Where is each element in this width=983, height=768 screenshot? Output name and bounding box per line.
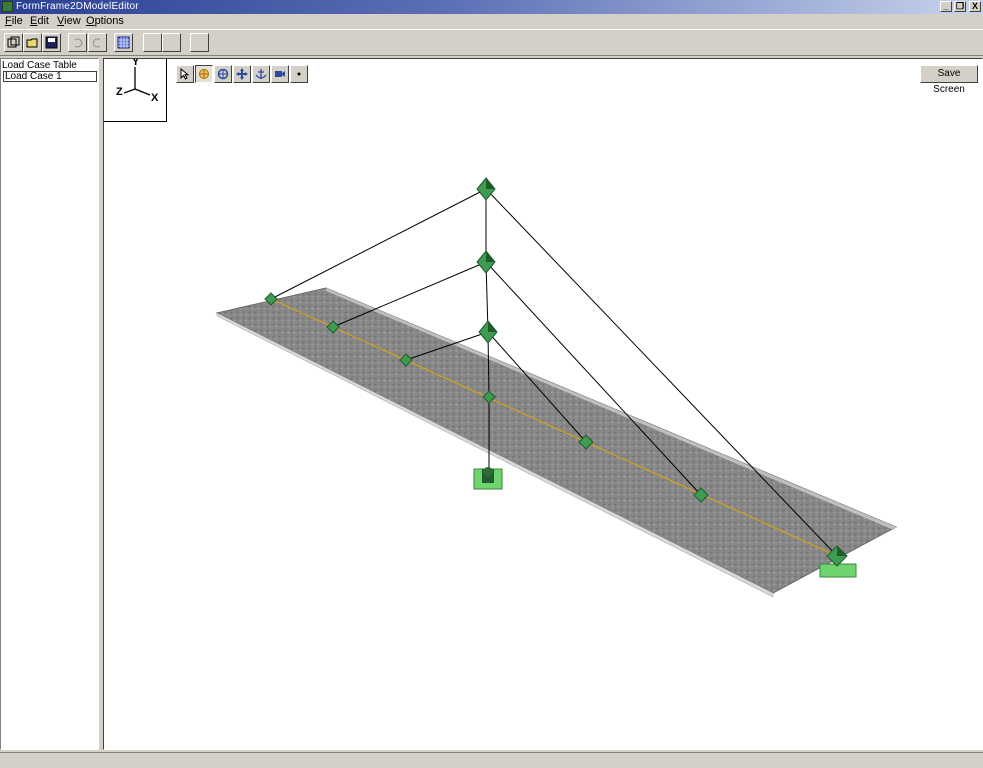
window-title: FormFrame2DModelEditor [16,1,139,12]
blank-tool-button-1[interactable] [143,33,162,52]
undo-icon [74,38,83,48]
node-tower-mid[interactable] [476,250,496,274]
select-arrow-icon [180,68,190,80]
menu-options[interactable]: Options [86,15,124,28]
pier-support [473,467,503,490]
load-case-table-header: Load Case Table [2,60,77,71]
axis-y-label: Y [132,58,140,68]
axis-x-label: X [151,92,159,104]
open-folder-icon [26,38,38,48]
deck-centerline [270,298,838,557]
close-button[interactable]: X [969,1,981,12]
save-screen-button[interactable]: Save Screen [920,65,978,95]
restore-button[interactable]: ❐ [954,1,966,12]
app-icon [2,1,13,12]
camera-icon [275,71,285,77]
new-model-button[interactable] [4,33,23,52]
pan-hand-icon [199,69,209,79]
select-tool-button[interactable] [176,65,194,83]
toolbar [0,29,983,56]
end-support [819,563,857,578]
axis-indicator: Y Z X [104,59,167,122]
menu-view[interactable]: View [57,15,81,28]
open-button[interactable] [23,33,42,52]
save-disk-icon [45,36,58,49]
grid-icon [117,36,130,49]
minimize-button[interactable]: _ [940,1,952,12]
axis-z-label: Z [116,86,123,98]
load-case-row[interactable]: Load Case 1 [3,71,97,82]
grid-button[interactable] [114,33,133,52]
blank-tool-button-3[interactable] [190,33,209,52]
dot-icon [297,72,301,76]
point-tool-button[interactable] [290,65,308,83]
node-tower-top[interactable] [476,177,496,201]
menu-bar: File Edit View Options [0,14,983,29]
save-button[interactable] [42,33,61,52]
redo-icon [92,38,101,48]
bridge-deck [215,287,898,594]
menu-file[interactable]: File [5,15,23,28]
new-model-icon [7,36,20,48]
anchor-icon [255,69,267,79]
rotate-tool-button[interactable] [214,65,232,83]
load-case-panel: Load Case Table Load Case 1 [0,58,99,750]
anchor-tool-button[interactable] [252,65,270,83]
pan-tool-button[interactable] [195,65,213,83]
rotate-icon [217,68,229,80]
camera-tool-button[interactable] [271,65,289,83]
title-bar: FormFrame2DModelEditor _ ❐ X [0,0,983,14]
blank-tool-button-2[interactable] [162,33,181,52]
undo-button[interactable] [68,33,87,52]
model-viewport[interactable]: Y Z X Save Screen [103,58,983,750]
move-icon [236,68,248,80]
bridge-model-scene[interactable] [104,59,982,749]
move-tool-button[interactable] [233,65,251,83]
status-bar [0,752,983,768]
menu-edit[interactable]: Edit [30,15,49,28]
axis-triad-icon [123,67,151,96]
redo-button[interactable] [88,33,107,52]
